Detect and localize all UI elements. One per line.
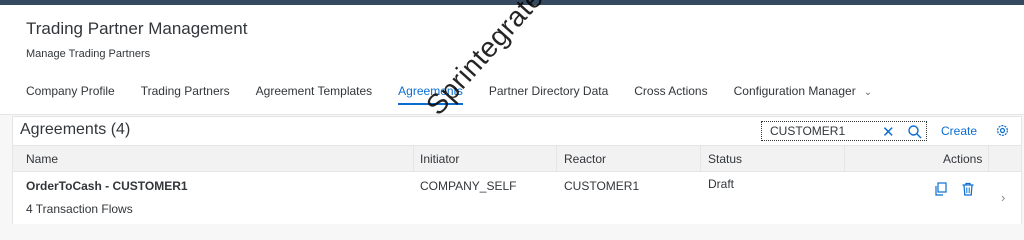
- tab-company-profile[interactable]: Company Profile: [26, 75, 115, 115]
- search-icon[interactable]: [907, 124, 923, 140]
- column-divider: [556, 146, 557, 172]
- copy-icon[interactable]: [934, 182, 948, 196]
- table-row[interactable]: OrderToCash - CUSTOMER1 4 Transaction Fl…: [13, 172, 1021, 224]
- tab-agreement-templates[interactable]: Agreement Templates: [256, 75, 373, 115]
- tab-configuration-manager-label: Configuration Manager: [733, 84, 856, 98]
- agreement-name: OrderToCash - CUSTOMER1: [26, 179, 188, 193]
- chevron-down-icon: ⌄: [863, 87, 873, 98]
- table-header: Name Initiator Reactor Status Actions: [13, 145, 1021, 172]
- tab-partner-directory-data[interactable]: Partner Directory Data: [489, 75, 608, 115]
- column-divider: [844, 146, 845, 172]
- tab-agreements[interactable]: Agreements: [398, 75, 463, 115]
- column-header-name: Name: [26, 152, 59, 166]
- initiator-value: COMPANY_SELF: [420, 179, 517, 193]
- column-header-status: Status: [708, 152, 743, 166]
- column-header-initiator: Initiator: [420, 152, 460, 166]
- column-divider: [700, 146, 701, 172]
- tab-configuration-manager[interactable]: Configuration Manager ⌄: [734, 75, 872, 115]
- status-value: Draft: [708, 177, 735, 191]
- page-header: Trading Partner Management Manage Tradin…: [0, 5, 1024, 115]
- reactor-value: CUSTOMER1: [564, 179, 640, 193]
- page-title: Trading Partner Management: [26, 19, 248, 38]
- agreements-panel: Agreements (4) ✕ Create Name Initiator R…: [12, 116, 1022, 224]
- transaction-flows-count: 4 Transaction Flows: [26, 202, 133, 216]
- column-divider: [413, 146, 414, 172]
- chevron-right-icon[interactable]: ›: [1001, 190, 1005, 205]
- create-button[interactable]: Create: [941, 124, 977, 138]
- delete-icon[interactable]: [961, 182, 975, 196]
- column-header-reactor: Reactor: [564, 152, 607, 166]
- column-header-actions: Actions: [943, 152, 983, 166]
- tab-bar: Company Profile Trading Partners Agreeme…: [26, 75, 898, 115]
- search-input[interactable]: [770, 124, 880, 138]
- clear-icon[interactable]: ✕: [882, 123, 895, 141]
- search-field[interactable]: ✕: [761, 121, 927, 141]
- tab-cross-actions[interactable]: Cross Actions: [634, 75, 707, 115]
- agreements-table-title: Agreements (4): [20, 121, 131, 138]
- column-divider: [988, 146, 989, 172]
- page-subtitle: Manage Trading Partners: [26, 48, 151, 60]
- tab-trading-partners[interactable]: Trading Partners: [141, 75, 230, 115]
- gear-icon[interactable]: [995, 123, 1010, 138]
